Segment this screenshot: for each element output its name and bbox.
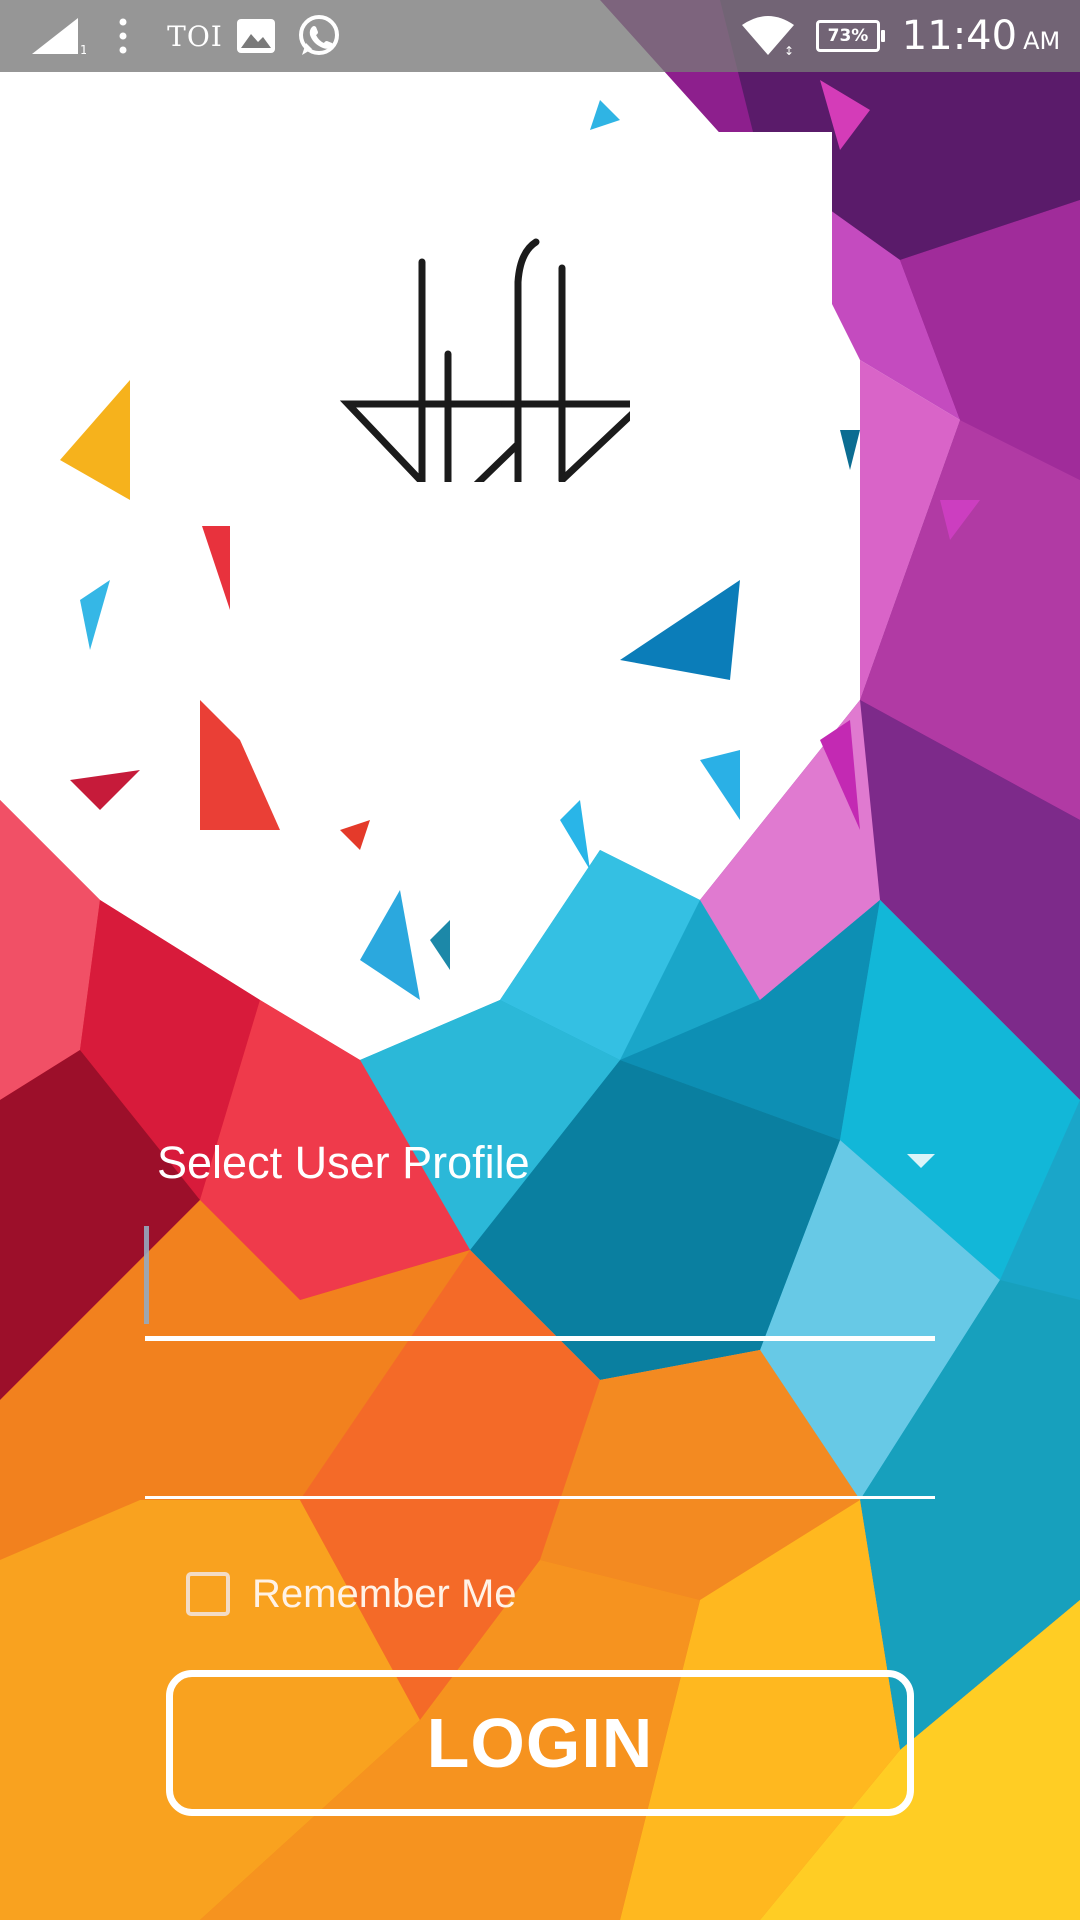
remember-me-checkbox[interactable] <box>186 1572 230 1616</box>
user-profile-select[interactable]: Select User Profile <box>145 1128 935 1198</box>
text-cursor <box>144 1226 149 1324</box>
clock: 11:40 AM <box>896 0 1066 72</box>
remember-me[interactable]: Remember Me <box>186 1566 517 1622</box>
gallery-icon <box>234 0 278 72</box>
overflow-menu-icon <box>108 0 138 72</box>
clock-time: 11:40 <box>901 13 1018 59</box>
username-input[interactable] <box>145 1226 935 1341</box>
whatsapp-icon <box>294 0 344 72</box>
svg-text:1: 1 <box>80 43 86 56</box>
profile-select-label: Select User Profile <box>157 1137 530 1188</box>
login-button[interactable]: LOGIN <box>166 1670 914 1816</box>
remember-me-label: Remember Me <box>252 1571 517 1616</box>
dropdown-arrow-icon <box>907 1154 935 1168</box>
password-input[interactable] <box>145 1388 935 1499</box>
svg-text:↕: ↕ <box>784 44 794 57</box>
logo-card <box>130 132 832 526</box>
battery-icon: 73% <box>808 0 888 72</box>
wifi-icon: ↕ <box>740 0 796 72</box>
clock-ampm: AM <box>1023 27 1061 55</box>
toi-notification: TOI <box>167 19 223 53</box>
brand-logo-icon <box>339 238 630 482</box>
status-bar: 1 TOI ↕ 73% 11:40 AM <box>0 0 1080 72</box>
signal-icon: 1 <box>28 0 88 72</box>
